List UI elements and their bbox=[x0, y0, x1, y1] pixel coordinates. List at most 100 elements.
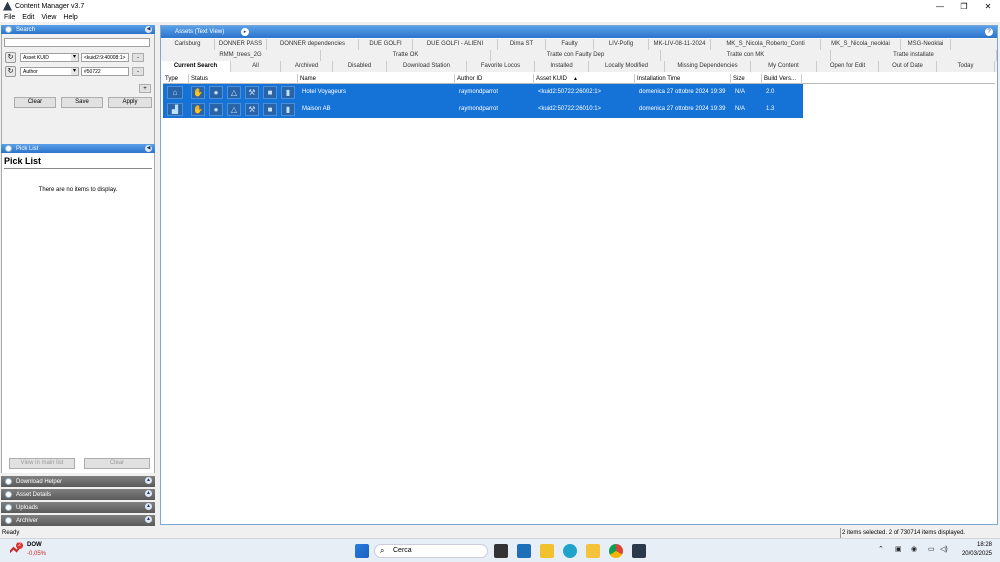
tab-disabled[interactable]: Disabled bbox=[333, 61, 387, 72]
tab-download-station[interactable]: Download Station bbox=[387, 61, 467, 72]
uploads-panel[interactable]: Uploads ▲ bbox=[1, 502, 155, 513]
asset-details-panel[interactable]: Asset Details ▲ bbox=[1, 489, 155, 500]
menu-edit[interactable]: Edit bbox=[22, 14, 34, 21]
tab-open-for-edit[interactable]: Open for Edit bbox=[817, 61, 879, 72]
chevron-up-icon[interactable]: ⌃ bbox=[878, 545, 884, 553]
remove-filter-2-button[interactable]: - bbox=[132, 67, 144, 76]
tab-missing-dependencies[interactable]: Missing Dependencies bbox=[665, 61, 751, 72]
tab-tratte-con-mk[interactable]: Tratte con MK bbox=[661, 50, 831, 61]
tab-carlsburg[interactable]: Carlsburg bbox=[161, 39, 215, 50]
save-button[interactable]: Save bbox=[61, 97, 103, 108]
tab-due-golfi-alieni[interactable]: DUE GOLFI - ALIENI bbox=[413, 39, 498, 50]
expand-icon[interactable]: ▲ bbox=[145, 516, 152, 523]
expand-icon[interactable]: ▲ bbox=[145, 477, 152, 484]
cell-build: 1.3 bbox=[766, 106, 775, 112]
tab-tratte-con-faulty-dep[interactable]: Tratte con Faulty Dep bbox=[491, 50, 661, 61]
taskbar-search[interactable]: ⌕ Cerca bbox=[374, 544, 488, 558]
menu-help[interactable]: Help bbox=[63, 14, 77, 21]
clock-date[interactable]: 20/03/2025 bbox=[950, 551, 992, 557]
menu-file[interactable]: File bbox=[4, 14, 15, 21]
clear-button[interactable]: Clear bbox=[14, 97, 56, 108]
table-row[interactable]: ▟ ✋ ● △ ⚒ ■ ▮ Maison AB raymondparrot <kuid2:5072… bbox=[163, 101, 803, 118]
column-header-build-vers[interactable]: Build Vers... bbox=[762, 74, 802, 84]
tab-installed[interactable]: Installed bbox=[535, 61, 589, 72]
tab-archived[interactable]: Archived bbox=[281, 61, 333, 72]
column-header-name[interactable]: Name bbox=[298, 74, 455, 84]
tab-all[interactable]: All bbox=[231, 61, 281, 72]
expand-icon[interactable]: ▲ bbox=[145, 503, 152, 510]
filter-value-2[interactable]: #50722 bbox=[81, 67, 129, 76]
start-icon[interactable] bbox=[355, 544, 369, 558]
apply-button[interactable]: Apply bbox=[108, 97, 152, 108]
table-row[interactable]: ⌂ ✋ ● △ ⚒ ■ ▮ Hotel Voyageurs raymondparrot <kuid… bbox=[163, 84, 803, 101]
notification-app-icon[interactable]: ▣ bbox=[895, 545, 902, 553]
edge-icon[interactable] bbox=[563, 544, 577, 558]
column-header-asset-kuid[interactable]: Asset KUID bbox=[534, 74, 635, 84]
stock-name[interactable]: DOW bbox=[27, 542, 42, 548]
search-placeholder: Cerca bbox=[393, 547, 412, 554]
tab-today[interactable]: Today bbox=[937, 61, 995, 72]
tab-locally-modified[interactable]: Locally Modified bbox=[589, 61, 665, 72]
menu-view[interactable]: View bbox=[41, 14, 56, 21]
content-manager-taskbar-icon[interactable] bbox=[632, 544, 646, 558]
column-header-type[interactable]: Type bbox=[163, 74, 189, 84]
tab-donner-dependencies[interactable]: DONNER dependencies bbox=[267, 39, 359, 50]
warning-icon: △ bbox=[227, 86, 241, 99]
filter-field-1[interactable]: Asset KUID bbox=[20, 53, 79, 62]
tab-liv-pofig[interactable]: LIV-Pofig bbox=[594, 39, 649, 50]
refresh-filter-2-icon[interactable]: ↻ bbox=[5, 66, 16, 77]
download-helper-panel[interactable]: Download Helper ▲ bbox=[1, 476, 155, 487]
tab-mk-s-nicola-roberto-conti[interactable]: MK_S_Nicola_Roberto_Conti bbox=[711, 39, 821, 50]
assets-panel-header: Assets (Text View) ▸ ? bbox=[161, 26, 997, 38]
file-explorer-icon[interactable] bbox=[540, 544, 554, 558]
tab-msg-neoklai[interactable]: MSG-Neoklai bbox=[901, 39, 951, 50]
expand-icon[interactable]: ▲ bbox=[145, 490, 152, 497]
refresh-filter-1-icon[interactable]: ↻ bbox=[5, 52, 16, 63]
help-icon[interactable]: ? bbox=[985, 28, 993, 36]
view-in-main-list-button[interactable]: View in main list bbox=[9, 458, 75, 469]
filter-value-1[interactable]: <kuid2:9:40008:1> bbox=[81, 53, 129, 62]
filter-field-2[interactable]: Author bbox=[20, 67, 79, 76]
tab-tratte-ok[interactable]: Tratte OK bbox=[321, 50, 491, 61]
tab-faulty[interactable]: Faulty bbox=[546, 39, 594, 50]
collapse-icon[interactable]: ◀ bbox=[145, 145, 152, 152]
restore-icon[interactable]: ❐ bbox=[952, 0, 976, 12]
folder-icon[interactable] bbox=[586, 544, 600, 558]
tab-favorite-locos[interactable]: Favorite Locos bbox=[467, 61, 535, 72]
sort-ascending-icon[interactable]: ▲ bbox=[573, 74, 578, 84]
options-icon[interactable]: ▸ bbox=[241, 28, 249, 36]
app-icon bbox=[3, 1, 12, 11]
tab-rmm-trees-2g[interactable]: RMM_trees_2G bbox=[161, 50, 321, 61]
clear-pick-list-button[interactable]: Clear bbox=[84, 458, 150, 469]
tab-tratte-installate[interactable]: Tratte installate bbox=[831, 50, 997, 61]
column-header-status[interactable]: Status bbox=[189, 74, 298, 84]
tab-due-golfi[interactable]: DUE GOLFI bbox=[359, 39, 413, 50]
download-helper-label: Download Helper bbox=[16, 478, 63, 485]
remove-filter-1-button[interactable]: - bbox=[132, 53, 144, 62]
add-filter-button[interactable]: + bbox=[139, 84, 151, 93]
clock-time[interactable]: 18:28 bbox=[950, 542, 992, 548]
column-header-size[interactable]: Size bbox=[731, 74, 762, 84]
store-icon[interactable] bbox=[517, 544, 531, 558]
column-header-author-id[interactable]: Author ID bbox=[455, 74, 534, 84]
chrome-icon[interactable] bbox=[609, 544, 623, 558]
tab-my-content[interactable]: My Content bbox=[751, 61, 817, 72]
archiver-panel[interactable]: Archiver ▲ bbox=[1, 515, 155, 526]
display-icon[interactable]: ▭ bbox=[928, 545, 935, 553]
tab-mk-liv-08-11-2024[interactable]: MK-LIV-08-11-2024 bbox=[649, 39, 711, 50]
speaker-icon[interactable]: ◁) bbox=[940, 545, 948, 553]
tab-current-search[interactable]: Current Search bbox=[161, 61, 231, 72]
close-icon[interactable]: ✕ bbox=[976, 0, 1000, 12]
pick-list-panel-header[interactable]: Pick List ◀ bbox=[1, 144, 155, 153]
search-text-input[interactable] bbox=[4, 38, 150, 47]
task-view-icon[interactable] bbox=[494, 544, 508, 558]
collapse-icon[interactable]: ◀ bbox=[145, 26, 152, 33]
tab-donner-pass[interactable]: DONNER PASS bbox=[215, 39, 267, 50]
minimize-icon[interactable]: — bbox=[928, 0, 952, 12]
tab-out-of-date[interactable]: Out of Date bbox=[879, 61, 937, 72]
tab-mk-s-nicola-neoklai[interactable]: MK_S_Nicola_neoklai bbox=[821, 39, 901, 50]
tab-dima-st[interactable]: Dima ST bbox=[498, 39, 546, 50]
search-panel-header[interactable]: Search ◀ bbox=[1, 25, 155, 34]
network-icon[interactable]: ◉ bbox=[911, 545, 917, 553]
column-header-installation-time[interactable]: Installation Time bbox=[635, 74, 731, 84]
